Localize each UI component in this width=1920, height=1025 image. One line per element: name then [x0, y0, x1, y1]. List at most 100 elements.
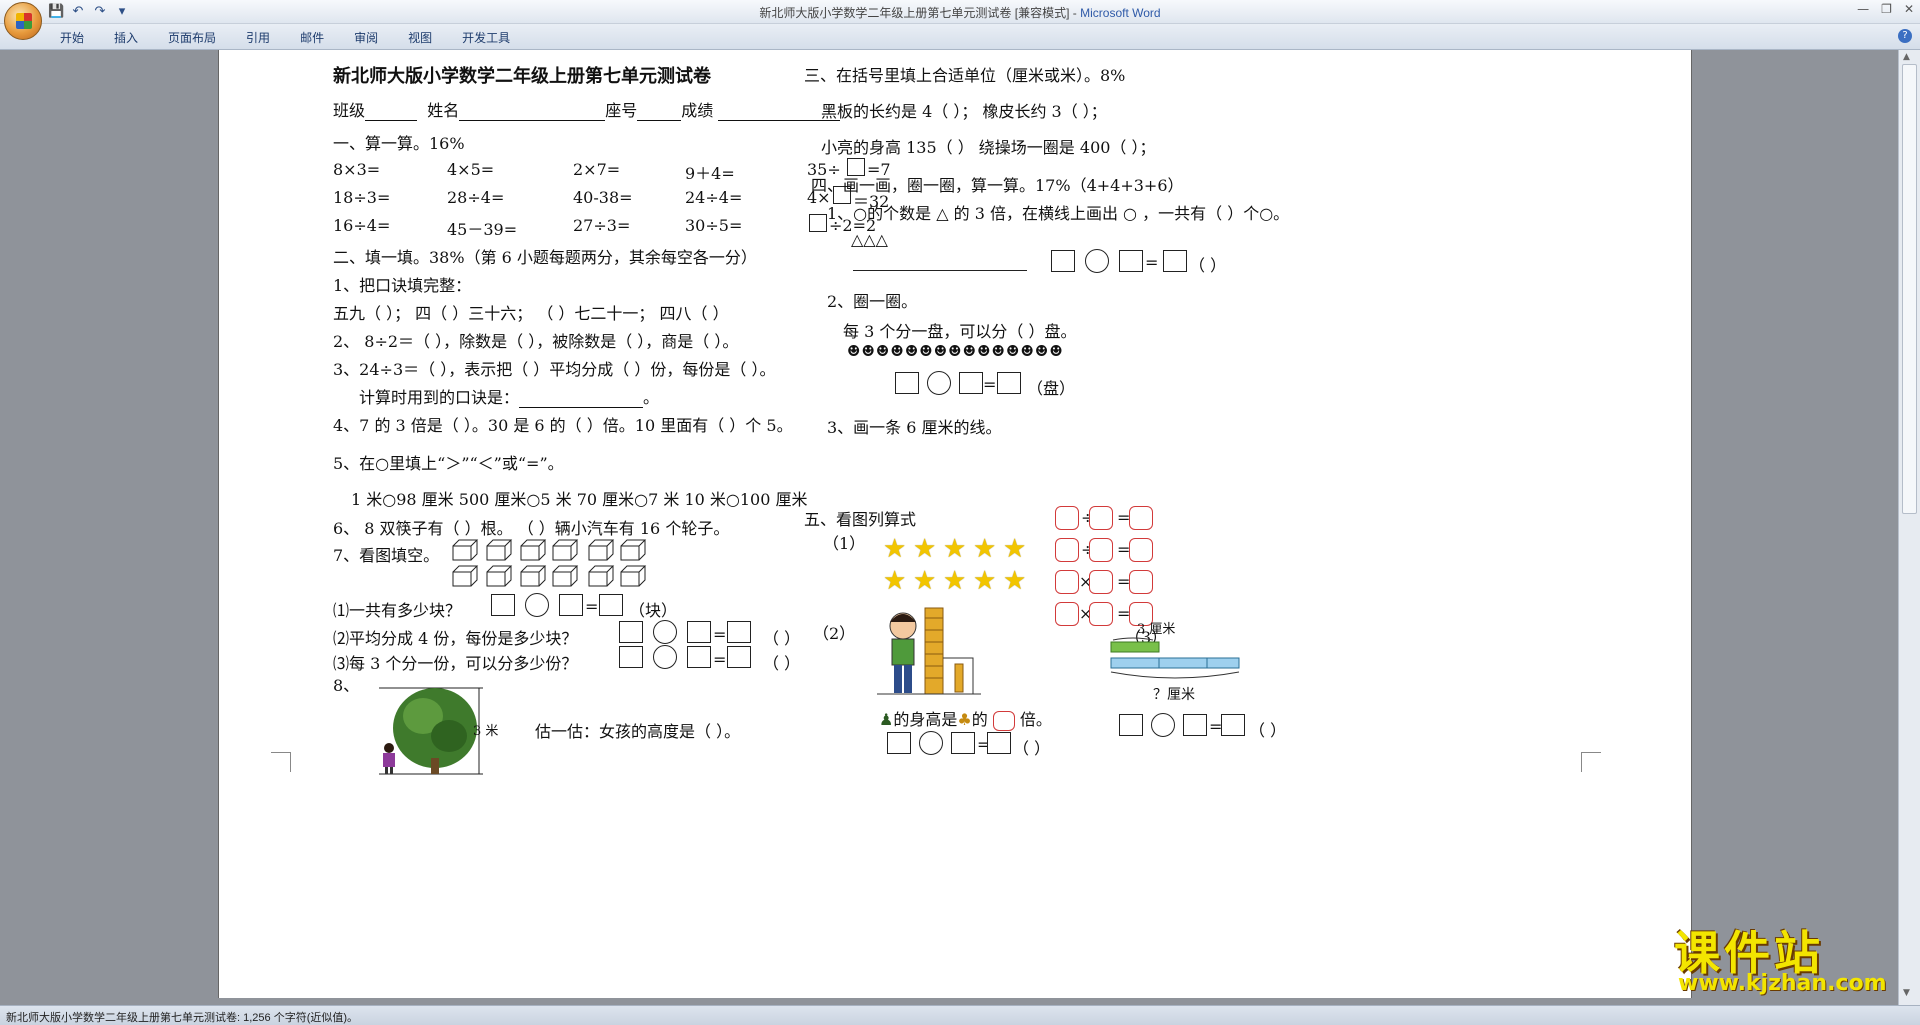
answer-box[interactable] [951, 732, 975, 754]
window-controls: — ❐ ✕ [1857, 2, 1914, 16]
tab-review[interactable]: 审阅 [354, 29, 378, 46]
star-icon: ★ [883, 566, 907, 596]
calc-r2-c4: 24÷4= [685, 188, 743, 207]
red-answer-box[interactable] [1089, 506, 1113, 530]
mnemonic-blank[interactable] [519, 390, 644, 408]
document-page[interactable]: 新北师大版小学数学二年级上册第七单元测试卷 班级 姓名 座号 成绩 一、算一算。16… [218, 50, 1692, 998]
answer-box[interactable] [895, 372, 919, 394]
answer-box[interactable] [987, 732, 1011, 754]
operator-circle[interactable] [919, 731, 943, 755]
corner-mark [271, 752, 291, 772]
ribbon-tabs: 开始 插入 页面布局 引用 邮件 审阅 视图 开发工具 [60, 29, 510, 46]
star-icon: ★ [943, 566, 967, 596]
q2-7a-unit: （块） [629, 601, 678, 620]
q2-3b-text: 计算时用到的口诀是： [359, 388, 520, 407]
face-icon: ☻ [962, 342, 978, 360]
face-icon: ☻ [1005, 342, 1021, 360]
calc-r3-c2: 45－39= [447, 220, 518, 239]
red-answer-box[interactable] [1055, 538, 1079, 562]
operator-circle[interactable] [1085, 249, 1109, 273]
scroll-thumb[interactable] [1902, 64, 1917, 514]
operator-circle[interactable] [927, 371, 951, 395]
answer-box[interactable] [599, 594, 623, 616]
tab-insert[interactable]: 插入 [114, 29, 138, 46]
tab-references[interactable]: 引用 [246, 29, 270, 46]
boy-corn-figure [877, 607, 981, 695]
vertical-scrollbar[interactable]: ▲ ▼ [1898, 50, 1920, 1005]
answer-box[interactable] [1221, 714, 1245, 736]
student-info-line: 班级 姓名 座号 成绩 [333, 97, 841, 121]
star-icon: ★ [883, 534, 907, 564]
answer-box[interactable] [727, 621, 751, 643]
answer-box[interactable] [619, 621, 643, 643]
name-blank[interactable] [459, 103, 606, 121]
answer-box[interactable] [959, 372, 983, 394]
answer-box[interactable] [1163, 250, 1187, 272]
face-icon: ☻ [933, 342, 949, 360]
section2-heading: 二、填一填。38%（第 6 小题每题两分，其余每空各一分） [333, 248, 757, 267]
operator-circle[interactable] [1151, 713, 1175, 737]
answer-box[interactable] [687, 621, 711, 643]
face-icon: ☻ [890, 342, 905, 360]
answer-box[interactable] [1119, 714, 1143, 736]
class-label: 班级 [333, 101, 366, 120]
red-answer-box[interactable] [1089, 570, 1113, 594]
star-icon: ★ [913, 534, 937, 564]
scroll-up-icon[interactable]: ▲ [1903, 52, 1910, 62]
ribbon: 开始 插入 页面布局 引用 邮件 审阅 视图 开发工具 ? [0, 24, 1920, 50]
section5-heading: 五、看图列算式 [804, 510, 917, 529]
answer-box[interactable] [997, 372, 1021, 394]
red-answer-box[interactable] [1055, 602, 1079, 626]
q2-3: 3、24÷3＝（ ），表示把（ ）平均分成（ ）份，每份是（ ）。 [333, 360, 776, 379]
tab-home[interactable]: 开始 [60, 29, 84, 46]
red-answer-box[interactable] [1055, 570, 1079, 594]
answer-box[interactable] [1183, 714, 1207, 736]
class-blank[interactable] [365, 103, 418, 121]
equals-sign: = [585, 597, 599, 616]
red-answer-box[interactable] [1089, 538, 1113, 562]
answer-box[interactable] [687, 646, 711, 668]
cube-icon [452, 539, 479, 561]
restore-icon[interactable]: ❐ [1881, 2, 1892, 16]
q2-5a: 1 米○98 厘米 500 厘米○5 米 70 厘米○7 米 10 米○100 … [351, 490, 808, 509]
operator-circle[interactable] [653, 645, 677, 669]
s4-q2a: 每 3 个分一盘，可以分（ ）盘。 [843, 322, 1077, 341]
calc-r1-c3: 2×7= [573, 160, 621, 179]
seat-blank[interactable] [637, 103, 682, 121]
calc-r1-c2: 4×5= [447, 160, 495, 179]
red-answer-box[interactable] [1129, 538, 1153, 562]
drawing-line[interactable] [853, 270, 1027, 271]
q2-8: 8、 [333, 676, 360, 695]
s4-q1-paren: （ ） [1189, 256, 1227, 275]
operator-circle[interactable] [653, 620, 677, 644]
answer-box[interactable] [1051, 250, 1075, 272]
minimize-icon[interactable]: — [1857, 2, 1869, 16]
close-icon[interactable]: ✕ [1904, 2, 1914, 16]
answer-box[interactable] [727, 646, 751, 668]
office-logo-icon [16, 13, 32, 29]
red-answer-box[interactable] [992, 710, 1015, 731]
tab-view[interactable]: 视图 [408, 29, 432, 46]
operator-circle[interactable] [525, 593, 549, 617]
office-button[interactable] [4, 2, 42, 40]
face-icon: ☻ [948, 342, 963, 360]
red-answer-box[interactable] [1129, 506, 1153, 530]
answer-box[interactable] [559, 594, 583, 616]
help-icon[interactable]: ? [1898, 29, 1912, 43]
star-icon: ★ [1003, 534, 1027, 564]
s5-p2-text-b: 的 [971, 710, 988, 729]
scroll-down-icon[interactable]: ▼ [1903, 988, 1910, 998]
tab-developer[interactable]: 开发工具 [462, 29, 510, 46]
answer-box[interactable] [491, 594, 515, 616]
answer-box[interactable] [619, 646, 643, 668]
red-answer-box[interactable] [1089, 602, 1113, 626]
tab-page-layout[interactable]: 页面布局 [168, 29, 216, 46]
tab-mailings[interactable]: 邮件 [300, 29, 324, 46]
star-icon: ★ [943, 534, 967, 564]
document-title: 新北师大版小学数学二年级上册第七单元测试卷 [兼容模式] [759, 6, 1070, 20]
answer-box[interactable] [887, 732, 911, 754]
red-answer-box[interactable] [1055, 506, 1079, 530]
answer-box[interactable] [1119, 250, 1143, 272]
answer-box[interactable] [809, 214, 827, 232]
red-answer-box[interactable] [1129, 570, 1153, 594]
